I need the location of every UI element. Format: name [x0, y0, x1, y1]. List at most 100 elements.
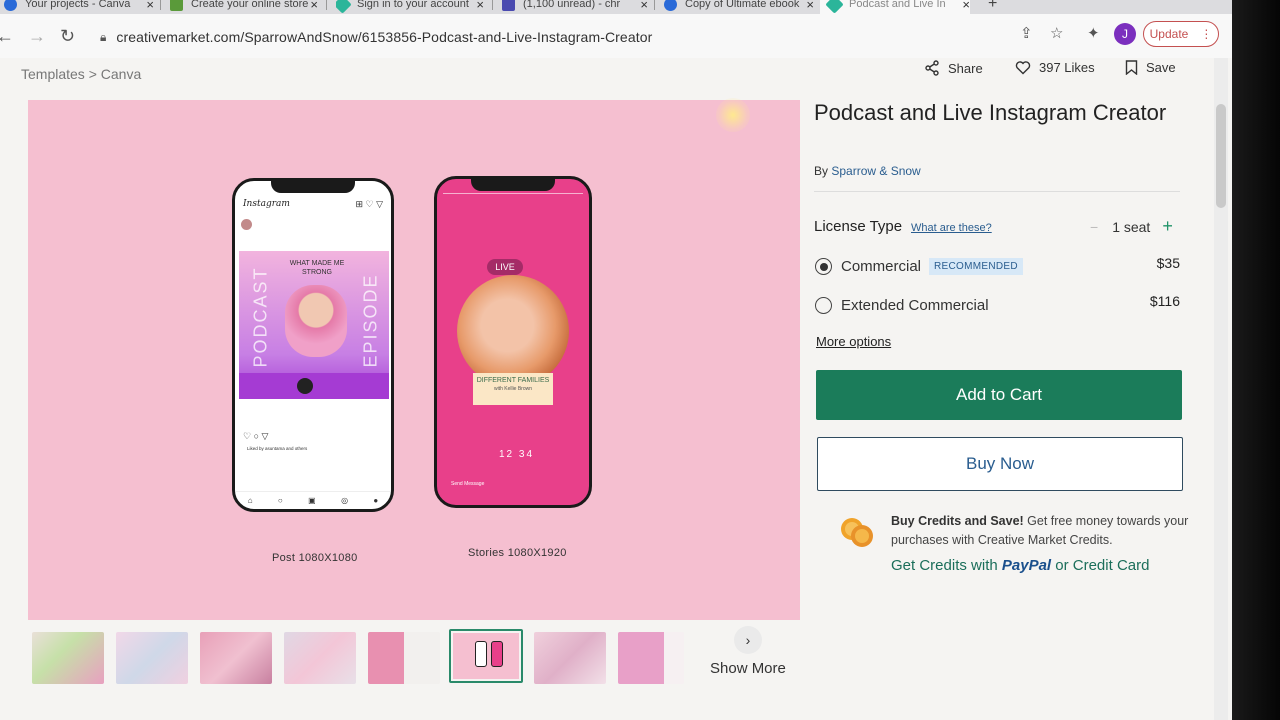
tab-canva-projects[interactable]: Your projects - Canva ×	[4, 0, 154, 14]
story-timer: 12 34	[499, 449, 535, 460]
shopify-icon	[170, 0, 183, 11]
close-icon[interactable]: ×	[806, 0, 814, 12]
decrement-seat-icon[interactable]: −	[1090, 219, 1098, 235]
thumbnail[interactable]	[32, 632, 104, 684]
thumbnail-selected[interactable]	[449, 629, 523, 683]
reload-icon[interactable]: ↻	[60, 26, 75, 47]
story-portrait	[457, 275, 569, 387]
get-credits-link[interactable]: Get Credits with PayPal or Credit Card	[891, 557, 1149, 574]
stories-phone-mockup: LIVE DIFFERENT FAMILIES with Kellie Brow…	[434, 176, 592, 508]
show-more-link[interactable]: Show More	[710, 660, 786, 677]
save-button[interactable]: Save	[1125, 60, 1176, 75]
divider	[814, 191, 1180, 192]
thumbnail[interactable]	[534, 632, 606, 684]
post-liked-text: Liked by asuntama and others	[247, 446, 308, 451]
post-title: WHAT MADE ME STRONG	[289, 260, 345, 276]
heart-icon	[1015, 61, 1031, 75]
post-player-bar	[239, 373, 389, 399]
share-icon	[925, 60, 939, 76]
post-size-caption: Post 1080X1080	[272, 552, 358, 564]
post-phone-mockup: Instagram ⊞ ♡ ▽ WHAT MADE ME STRONG PODC…	[232, 178, 394, 512]
post-portrait	[285, 285, 347, 357]
license-option-commercial[interactable]: Commercial RECOMMENDED	[815, 258, 1023, 275]
tab-ebook[interactable]: Copy of Ultimate ebook ×	[664, 0, 814, 14]
seat-stepper: −1 seat +	[1090, 216, 1173, 236]
post-vertical-right: EPISODE	[360, 273, 381, 368]
close-icon[interactable]: ×	[962, 0, 970, 12]
tab-podcast-active[interactable]: Podcast and Live In ×	[820, 0, 970, 14]
kebab-menu-icon: ⋮	[1200, 27, 1213, 41]
post-action-icons: ♡ ○ ▽	[243, 431, 269, 441]
play-pause-icon	[297, 378, 313, 394]
thumbnail[interactable]	[368, 632, 440, 684]
coins-icon	[841, 518, 873, 547]
post-brand: Instagram	[243, 199, 290, 209]
update-button[interactable]: Update ⋮	[1143, 21, 1219, 47]
creative-market-icon	[336, 0, 352, 14]
address-bar-row: ← → ↻ 🔒︎ creativemarket.com/SparrowAndSn…	[0, 14, 1232, 58]
stories-size-caption: Stories 1080X1920	[468, 547, 567, 559]
address-bar[interactable]: 🔒︎ creativemarket.com/SparrowAndSnow/615…	[86, 22, 1086, 52]
more-options-link[interactable]: More options	[816, 334, 891, 349]
tab-mail[interactable]: (1,100 unread) - chr ×	[502, 0, 648, 14]
buy-now-button[interactable]: Buy Now	[817, 437, 1183, 491]
post-artwork: WHAT MADE ME STRONG PODCAST EPISODE	[239, 251, 389, 399]
license-type-label: License Type	[814, 218, 903, 235]
bookmark-star-icon[interactable]: ☆	[1050, 24, 1063, 42]
back-icon[interactable]: ←	[0, 26, 14, 47]
post-avatar	[241, 219, 252, 230]
add-to-cart-button[interactable]: Add to Cart	[816, 370, 1182, 420]
thumbnail[interactable]	[618, 632, 684, 684]
close-icon[interactable]: ×	[146, 0, 154, 12]
canva-icon	[664, 0, 677, 11]
thumbnail-strip	[28, 629, 708, 692]
canva-icon	[4, 0, 17, 11]
breadcrumb[interactable]: Templates > Canva	[21, 66, 141, 82]
share-page-icon[interactable]: ⇪	[1020, 24, 1033, 42]
forward-icon[interactable]: →	[28, 26, 46, 47]
page-scrollbar[interactable]	[1214, 58, 1228, 720]
creative-market-icon	[825, 0, 844, 14]
share-button[interactable]: Share	[924, 60, 983, 76]
tab-sign-in[interactable]: Sign in to your account ×	[336, 0, 484, 14]
author-link[interactable]: Sparrow & Snow	[831, 164, 920, 178]
post-toolbar-icons: ⊞ ♡ ▽	[355, 199, 383, 209]
page-content: Templates > Canva Share 397 Likes Save I…	[0, 58, 1232, 720]
monitor-bezel	[1232, 0, 1280, 720]
thumbnail[interactable]	[200, 632, 272, 684]
recommended-badge: RECOMMENDED	[929, 258, 1023, 275]
thumbnail[interactable]	[116, 632, 188, 684]
license-help-link[interactable]: What are these?	[911, 222, 992, 234]
profile-avatar[interactable]: J	[1114, 23, 1136, 45]
paypal-logo: PayPal	[1001, 557, 1052, 574]
mail-icon	[502, 0, 515, 11]
radio-unselected[interactable]	[815, 297, 832, 314]
post-nav-bar: ⌂ ○ ▣ ◎ ●	[235, 491, 391, 509]
lock-icon: 🔒︎	[100, 29, 107, 44]
price-extended: $116	[1149, 293, 1180, 309]
price-commercial: $35	[1156, 255, 1180, 271]
new-tab-button[interactable]: +	[988, 0, 1002, 14]
post-vertical-left: PODCAST	[250, 266, 271, 368]
live-badge: LIVE	[487, 259, 523, 275]
story-caption-card: DIFFERENT FAMILIES with Kellie Brown	[473, 373, 553, 405]
story-send-message: Send Message	[451, 481, 485, 487]
close-icon[interactable]: ×	[310, 0, 318, 12]
close-icon[interactable]: ×	[476, 0, 484, 12]
increment-seat-icon[interactable]: +	[1162, 216, 1173, 236]
extensions-icon[interactable]: ✦	[1087, 24, 1100, 42]
credits-promo-text: Buy Credits and Save! Get free money tow…	[891, 514, 1189, 547]
product-title: Podcast and Live Instagram Creator	[814, 100, 1167, 125]
tab-create-store[interactable]: Create your online store ×	[170, 0, 318, 14]
like-button[interactable]: 397 Likes	[1015, 60, 1095, 75]
bookmark-icon	[1125, 60, 1138, 75]
license-option-extended[interactable]: Extended Commercial	[815, 297, 989, 314]
chevron-right-icon[interactable]: ›	[734, 626, 762, 654]
close-icon[interactable]: ×	[640, 0, 648, 12]
lens-glare	[716, 98, 750, 132]
product-byline: By Sparrow & Snow	[814, 164, 921, 178]
product-preview-image[interactable]: Instagram ⊞ ♡ ▽ WHAT MADE ME STRONG PODC…	[28, 100, 800, 620]
radio-selected[interactable]	[815, 258, 832, 275]
thumbnail[interactable]	[284, 632, 356, 684]
tab-strip: Your projects - Canva × Create your onli…	[0, 0, 1232, 14]
